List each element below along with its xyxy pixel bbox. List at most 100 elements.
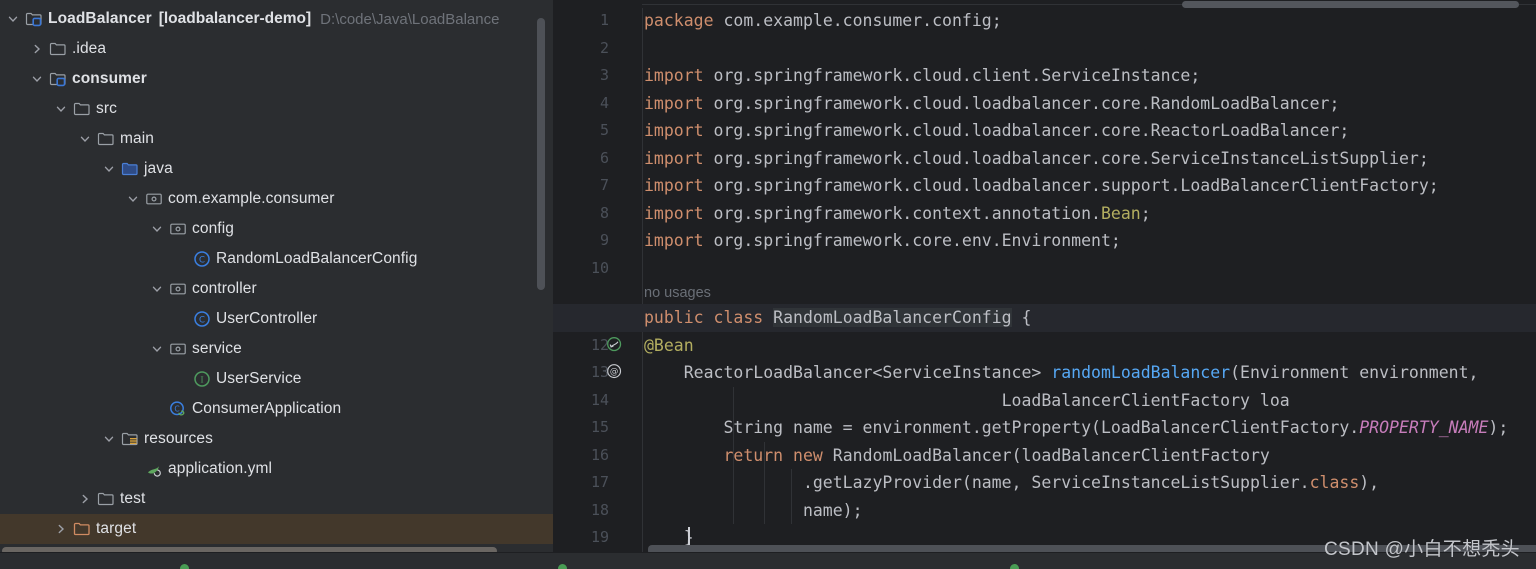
tree-node-consumer[interactable]: consumer (0, 64, 553, 94)
tree-node-label: resources (144, 430, 213, 447)
line-number-4: 4 (599, 93, 609, 112)
chevron-down-icon[interactable] (149, 221, 165, 237)
annotation-gutter-icon[interactable]: @ (607, 364, 623, 380)
folder-icon (73, 100, 91, 118)
tree-node-usercontroller[interactable]: C UserController (0, 304, 553, 334)
tree-node-controller[interactable]: controller (0, 274, 553, 304)
chevron-down-icon[interactable] (29, 71, 45, 87)
tree-node-.idea[interactable]: .idea (0, 34, 553, 64)
line-number-5: 5 (599, 121, 609, 139)
svg-text:C: C (199, 315, 205, 325)
code-line-13[interactable]: ReactorLoadBalancer<ServiceInstance> ran… (644, 359, 1479, 387)
line-number-7: 7 (599, 176, 609, 194)
inlay-hint-no-usages[interactable]: no usages (644, 282, 711, 304)
code-line-8[interactable]: import org.springframework.context.annot… (644, 200, 1151, 228)
tree-node-com.example.consumer[interactable]: com.example.consumer (0, 184, 553, 214)
tree-node-label: config (192, 220, 234, 237)
tree-node-label: RandomLoadBalancerConfig (216, 250, 418, 267)
status-indicator-dot (558, 564, 567, 569)
tree-node-label: src (96, 100, 117, 117)
code-line-1[interactable]: package com.example.consumer.config; (644, 7, 1002, 35)
line-number-16: 16 (590, 445, 609, 464)
chevron-right-icon[interactable] (53, 521, 69, 537)
spring-class-icon: C (169, 400, 187, 418)
line-number-10: 10 (590, 258, 609, 277)
line-number-1: 1 (599, 11, 609, 29)
tree-node-service[interactable]: service (0, 334, 553, 364)
line-number-3: 3 (599, 66, 609, 84)
package-icon (169, 220, 187, 238)
code-line-3[interactable]: import org.springframework.cloud.client.… (644, 62, 1200, 90)
tree-node-userservice[interactable]: I UserService (0, 364, 553, 394)
code-line-16[interactable]: return new RandomLoadBalancer(loadBalanc… (644, 442, 1269, 470)
tree-node-label: UserController (216, 310, 318, 327)
editor-top-horizontal-scrollbar[interactable] (1182, 1, 1519, 8)
chevron-down-icon[interactable] (5, 11, 21, 27)
line-number-2: 2 (599, 38, 609, 57)
tree-node-java[interactable]: java (0, 154, 553, 184)
code-line-7[interactable]: import org.springframework.cloud.loadbal… (644, 172, 1439, 200)
chevron-down-icon[interactable] (53, 101, 69, 117)
line-number-15: 15 (590, 418, 609, 436)
chevron-down-icon[interactable] (101, 431, 117, 447)
chevron-down-icon[interactable] (77, 131, 93, 147)
tree-node-consumerapplication[interactable]: C ConsumerApplication (0, 394, 553, 424)
chevron-down-icon[interactable] (149, 341, 165, 357)
tree-node-label: java (144, 160, 173, 177)
package-icon (169, 280, 187, 298)
spring-bean-gutter-icon[interactable] (607, 336, 623, 353)
project-tree[interactable]: LoadBalancer [loadbalancer-demo] D:\code\J… (0, 0, 553, 544)
line-number-18: 18 (590, 500, 609, 519)
code-line-4[interactable]: import org.springframework.cloud.loadbal… (644, 90, 1339, 118)
code-line-9[interactable]: import org.springframework.core.env.Envi… (644, 227, 1121, 255)
folder-icon (97, 490, 115, 508)
java-class-icon: C (193, 310, 211, 328)
editor-gutter[interactable]: 12345678910111213141516171819@ (553, 0, 642, 569)
status-bar[interactable] (0, 552, 1536, 569)
java-interface-icon: I (193, 370, 211, 388)
tree-node-randomloadbalancerconfig[interactable]: C RandomLoadBalancerConfig (0, 244, 553, 274)
tree-node-label: test (120, 490, 146, 507)
tree-node-main[interactable]: main (0, 124, 553, 154)
line-number-6: 6 (599, 148, 609, 167)
tree-node-label: LoadBalancer (48, 10, 152, 27)
chevron-down-icon[interactable] (101, 161, 117, 177)
status-indicator-dot (180, 564, 189, 569)
code-line-12[interactable]: @Bean (644, 332, 694, 360)
chevron-down-icon[interactable] (149, 281, 165, 297)
tree-node-config[interactable]: config (0, 214, 553, 244)
indent-guide (733, 386, 734, 524)
java-class-icon: C (193, 250, 211, 268)
code-line-14[interactable]: LoadBalancerClientFactory loa (644, 387, 1290, 415)
tree-node-label: service (192, 340, 242, 357)
excluded-folder-icon (73, 520, 91, 538)
code-line-17[interactable]: .getLazyProvider(name, ServiceInstanceLi… (644, 469, 1379, 497)
line-number-17: 17 (590, 473, 609, 491)
tree-node-label: main (120, 130, 154, 147)
tree-node-target[interactable]: target (0, 514, 553, 544)
ide-window: LoadBalancer [loadbalancer-demo] D:\code\J… (0, 0, 1536, 569)
tree-node-src[interactable]: src (0, 94, 553, 124)
tree-node-resources[interactable]: resources (0, 424, 553, 454)
folder-icon (97, 130, 115, 148)
tree-node-label: com.example.consumer (168, 190, 335, 207)
code-line-5[interactable]: import org.springframework.cloud.loadbal… (644, 117, 1349, 145)
project-panel-vertical-scrollbar[interactable] (537, 18, 545, 290)
line-number-19: 19 (590, 528, 609, 546)
code-line-6[interactable]: import org.springframework.cloud.loadbal… (644, 145, 1429, 173)
code-line-18[interactable]: name); (644, 497, 863, 525)
code-line-15[interactable]: String name = environment.getProperty(Lo… (644, 414, 1508, 442)
tree-node-loadbalancer[interactable]: LoadBalancer [loadbalancer-demo] D:\code\J… (0, 4, 553, 34)
chevron-right-icon[interactable] (29, 41, 45, 57)
code-line-11[interactable]: public class RandomLoadBalancerConfig { (553, 304, 1536, 332)
tree-node-application.yml[interactable]: application.yml (0, 454, 553, 484)
project-tool-window[interactable]: LoadBalancer [loadbalancer-demo] D:\code\J… (0, 0, 553, 569)
code-editor-area[interactable]: 12345678910111213141516171819@ package c… (553, 0, 1536, 569)
tree-node-test[interactable]: test (0, 484, 553, 514)
chevron-down-icon[interactable] (125, 191, 141, 207)
chevron-right-icon[interactable] (77, 491, 93, 507)
spring-yml-icon (145, 460, 163, 478)
svg-text:C: C (174, 404, 179, 413)
gutter-separator (642, 8, 643, 569)
highlighted-class-name: RandomLoadBalancerConfig (773, 308, 1012, 327)
